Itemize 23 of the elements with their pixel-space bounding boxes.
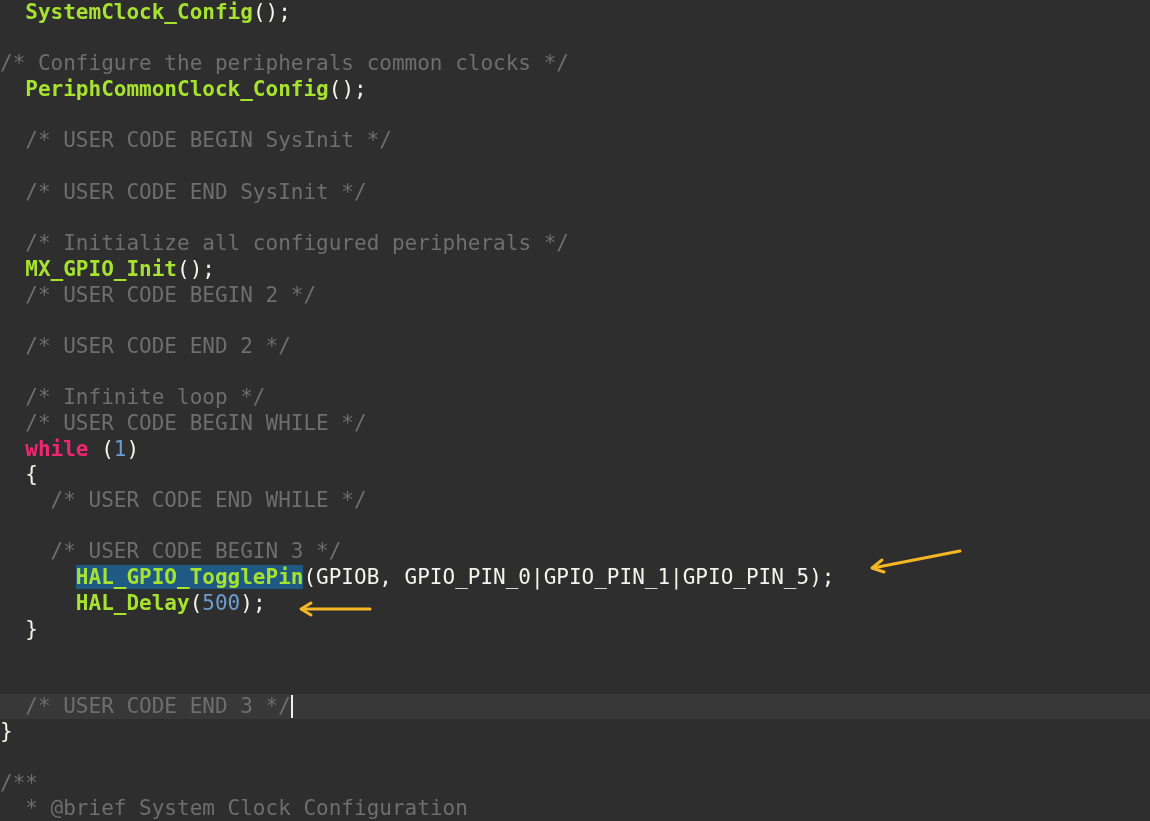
code-line: PeriphCommonClock_Config();: [24, 77, 367, 103]
code-line: MX_GPIO_Init();: [24, 256, 215, 283]
code-line: /* USER CODE END SysInit */: [24, 179, 367, 206]
code-line: /* Configure the peripherals common clocks */: [0, 51, 569, 78]
code-line: /* Initialize all configured peripherals */: [24, 231, 569, 257]
code-line: /* USER CODE BEGIN 3 */: [49, 539, 342, 566]
code-line: }: [24, 616, 38, 643]
code-line: HAL_Delay(500);: [74, 590, 266, 617]
code-line: /* USER CODE BEGIN WHILE */: [24, 411, 367, 437]
code-line: /* USER CODE END 2 */: [24, 333, 291, 360]
code-line: /**: [0, 770, 38, 797]
code-line: /* USER CODE BEGIN 2 */: [24, 282, 317, 309]
code-line: SystemClock_Config();: [24, 0, 291, 26]
code-editor[interactable]: [0, 0, 1150, 821]
code-line: * @brief System Clock Configuration: [24, 796, 468, 821]
code-line: while (1): [24, 436, 140, 463]
code-line: /* USER CODE BEGIN SysInit */: [24, 128, 392, 155]
text-cursor: [290, 694, 293, 718]
code-line: /* Infinite loop */: [24, 385, 266, 411]
code-line: }: [0, 719, 13, 745]
code-line: /* USER CODE END WHILE */: [49, 488, 367, 514]
code-line: {: [24, 462, 38, 489]
code-line: HAL_GPIO_TogglePin(GPIOB, GPIO_PIN_0|GPIO_PIN_1|GPIO_PIN_5);: [74, 565, 835, 591]
